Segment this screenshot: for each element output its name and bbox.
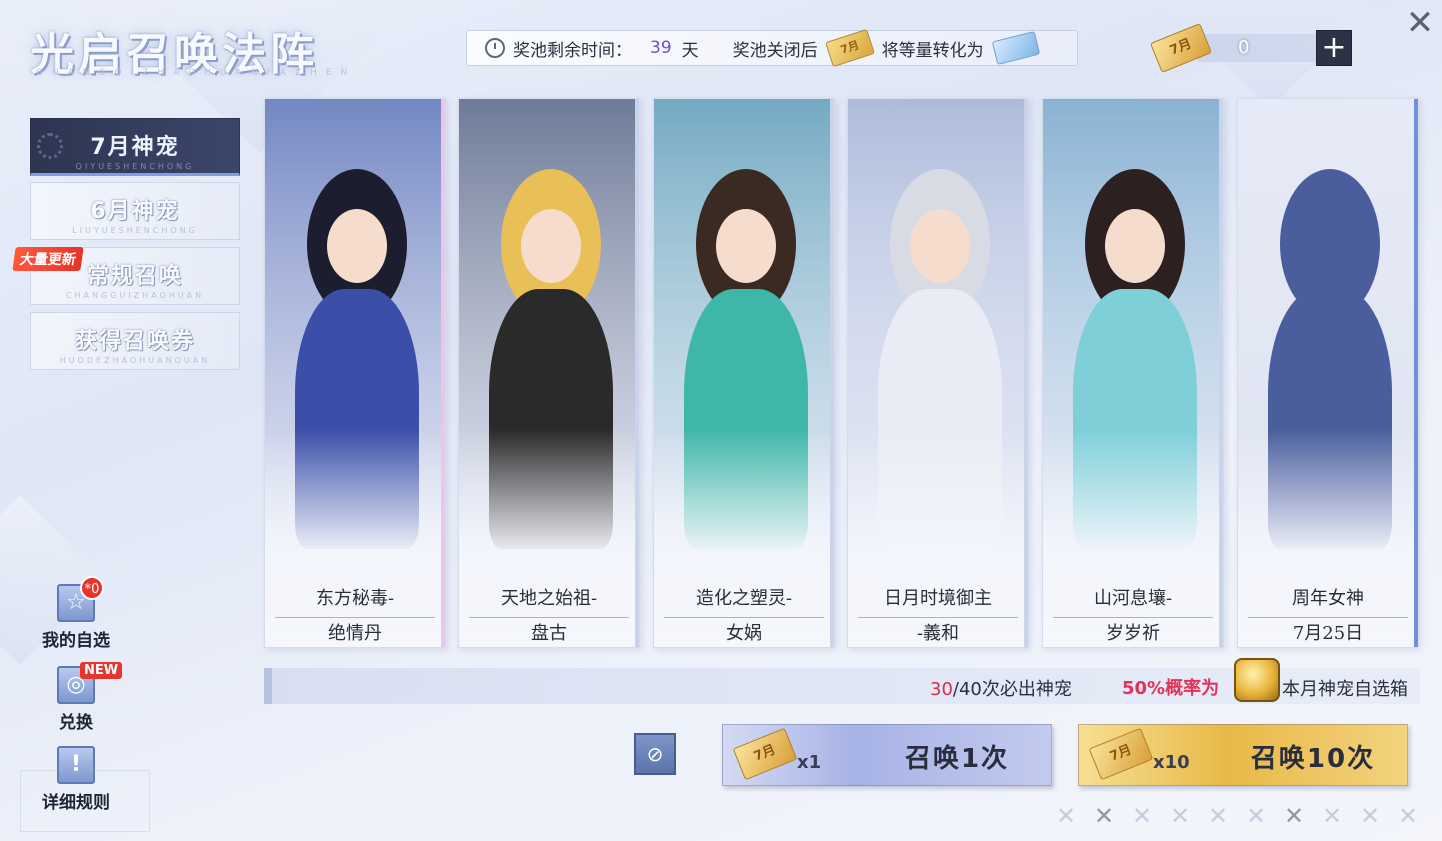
character-face	[327, 209, 387, 283]
pity-rest: /40次必出神宠	[952, 679, 1072, 700]
pool-close-text: 奖池关闭后	[732, 40, 818, 61]
tab-june-pet[interactable]: 6月神宠 LIUYUESHENCHONG	[30, 182, 240, 240]
character-face	[1300, 209, 1360, 283]
character-face	[716, 209, 776, 283]
pity-current: 30	[930, 679, 953, 700]
character-name-line1: 天地之始祖-	[469, 583, 629, 618]
july-ticket-icon: 7月	[824, 28, 875, 68]
character-face	[910, 209, 970, 283]
tab-pinyin: CHANGGUIZHAOHUAN	[65, 291, 205, 300]
pool-time-label: 奖池剩余时间：	[513, 40, 632, 61]
pity-box-text: 本月神宠自选箱	[1282, 679, 1408, 700]
character-name-line1: 日月时境御主	[858, 583, 1018, 618]
character-name-line2: -義和	[916, 623, 960, 644]
character-name-line2: 绝情丹	[328, 623, 382, 644]
x-decoration-icon: ✕	[1322, 802, 1343, 830]
character-name-line2: 盘古	[531, 623, 567, 644]
blue-ticket-icon	[991, 31, 1040, 65]
ticket-currency: 7月 0 +	[1149, 23, 1352, 73]
exchange-button[interactable]: ◎ NEW 兑换	[36, 662, 123, 733]
x-decoration-icon: ✕	[1398, 802, 1419, 830]
card-edge	[830, 99, 834, 647]
close-icon[interactable]: ✕	[1404, 6, 1436, 40]
clock-icon	[485, 38, 505, 58]
card-edge	[1024, 99, 1028, 647]
character-card[interactable]: 山河息壤- 岁岁祈	[1042, 98, 1224, 648]
chest-icon	[1234, 658, 1280, 702]
character-name: 日月时境御主 -義和	[858, 583, 1018, 647]
character-card[interactable]: 造化之塑灵- 女娲	[653, 98, 835, 648]
character-name-line2: 女娲	[726, 623, 762, 644]
character-name-line1: 周年女神	[1248, 583, 1408, 618]
x-decoration-icon: ✕	[1360, 802, 1381, 830]
my-pick-button[interactable]: ☆ *0 我的自选	[36, 576, 116, 651]
tab-get-tickets[interactable]: 获得召唤券 HUODEZHAOHUANQUAN	[30, 312, 240, 370]
pool-info-bar: 奖池剩余时间： 39 天 奖池关闭后 7月 将等量转化为	[466, 28, 1078, 68]
x-decoration-icon: ✕	[1132, 802, 1153, 830]
character-name-line1: 山河息壤-	[1053, 583, 1213, 618]
new-badge: NEW	[80, 662, 123, 679]
character-name-line1: 造化之塑灵-	[664, 583, 824, 618]
character-name-line2: 岁岁祈	[1106, 623, 1160, 644]
summon-once-button[interactable]: 7月 x1 召唤1次	[722, 724, 1052, 786]
card-edge	[1219, 99, 1223, 647]
summon-ten-label: 召唤10次	[1250, 744, 1376, 774]
character-face	[521, 209, 581, 283]
character-card[interactable]: 日月时境御主 -義和	[847, 98, 1029, 648]
card-edge	[441, 99, 445, 647]
x-decoration-icon: ✕	[1284, 802, 1305, 830]
x-decoration-icon: ✕	[1170, 802, 1191, 830]
pity-rate: 50%概率为	[1122, 678, 1220, 699]
tab-pinyin: LIUYUESHENCHONG	[72, 226, 198, 235]
x-decoration-icon: ✕	[1056, 802, 1077, 830]
update-badge: 大量更新	[12, 247, 84, 271]
pity-count: 30/40次必出神宠	[930, 675, 1072, 701]
gear-icon	[37, 133, 63, 159]
july-ticket-icon: 7月	[1088, 727, 1154, 781]
summon-once-label: 召唤1次	[904, 744, 1010, 774]
no-video-icon[interactable]: ⊘	[634, 733, 676, 775]
x-decoration-icon: ✕	[1208, 802, 1229, 830]
character-face	[1105, 209, 1165, 283]
character-name: 山河息壤- 岁岁祈	[1053, 583, 1213, 647]
character-card[interactable]: 天地之始祖- 盘古	[458, 98, 640, 648]
currency-bar	[1198, 34, 1330, 62]
character-name-line2: 7月25日	[1292, 623, 1364, 644]
character-name: 造化之塑灵- 女娲	[664, 583, 824, 647]
summon-ten-cost: x10	[1153, 752, 1190, 773]
pool-days-unit: 天	[681, 40, 699, 61]
tab-pinyin: QIYUESHENCHONG	[75, 162, 195, 171]
summon-once-cost: x1	[797, 752, 822, 773]
card-edge	[1414, 99, 1418, 647]
july-ticket-icon: 7月	[1149, 23, 1213, 73]
character-card[interactable]: 东方秘毒- 绝情丹	[264, 98, 446, 648]
exchange-label: 兑换	[59, 713, 93, 733]
x-decoration-icon: ✕	[1094, 802, 1115, 830]
summon-ten-button[interactable]: 7月 x10 召唤10次	[1078, 724, 1408, 786]
tab-label: 7月神宠	[90, 135, 180, 160]
convert-text: 将等量转化为	[881, 40, 984, 61]
tab-label: 6月神宠	[90, 199, 180, 224]
page-title-pinyin: GUANGQIZHAOHUANFAZHEN	[36, 68, 357, 78]
character-name: 天地之始祖- 盘古	[469, 583, 629, 647]
pity-progress-bar: 30/40次必出神宠 50%概率为 本月神宠自选箱	[264, 658, 1420, 704]
tab-july-pet[interactable]: 7月神宠 QIYUESHENCHONG	[30, 118, 240, 176]
character-name: 东方秘毒- 绝情丹	[275, 583, 435, 647]
my-pick-label: 我的自选	[42, 631, 110, 651]
pick-count-badge: *0	[80, 576, 104, 600]
card-edge	[635, 99, 639, 647]
ticket-amount: 0	[1238, 37, 1250, 58]
character-name: 周年女神 7月25日	[1248, 583, 1408, 647]
pool-days-value: 39	[650, 38, 672, 58]
corner-decoration	[20, 770, 150, 832]
character-card[interactable]: 周年女神 7月25日	[1237, 98, 1419, 648]
tab-pinyin: HUODEZHAOHUANQUAN	[59, 356, 211, 365]
add-ticket-button[interactable]: +	[1316, 30, 1352, 66]
tab-label: 获得召唤券	[74, 329, 195, 354]
character-name-line1: 东方秘毒-	[275, 583, 435, 618]
july-ticket-icon: 7月	[732, 727, 798, 781]
x-decoration-icon: ✕	[1246, 802, 1267, 830]
